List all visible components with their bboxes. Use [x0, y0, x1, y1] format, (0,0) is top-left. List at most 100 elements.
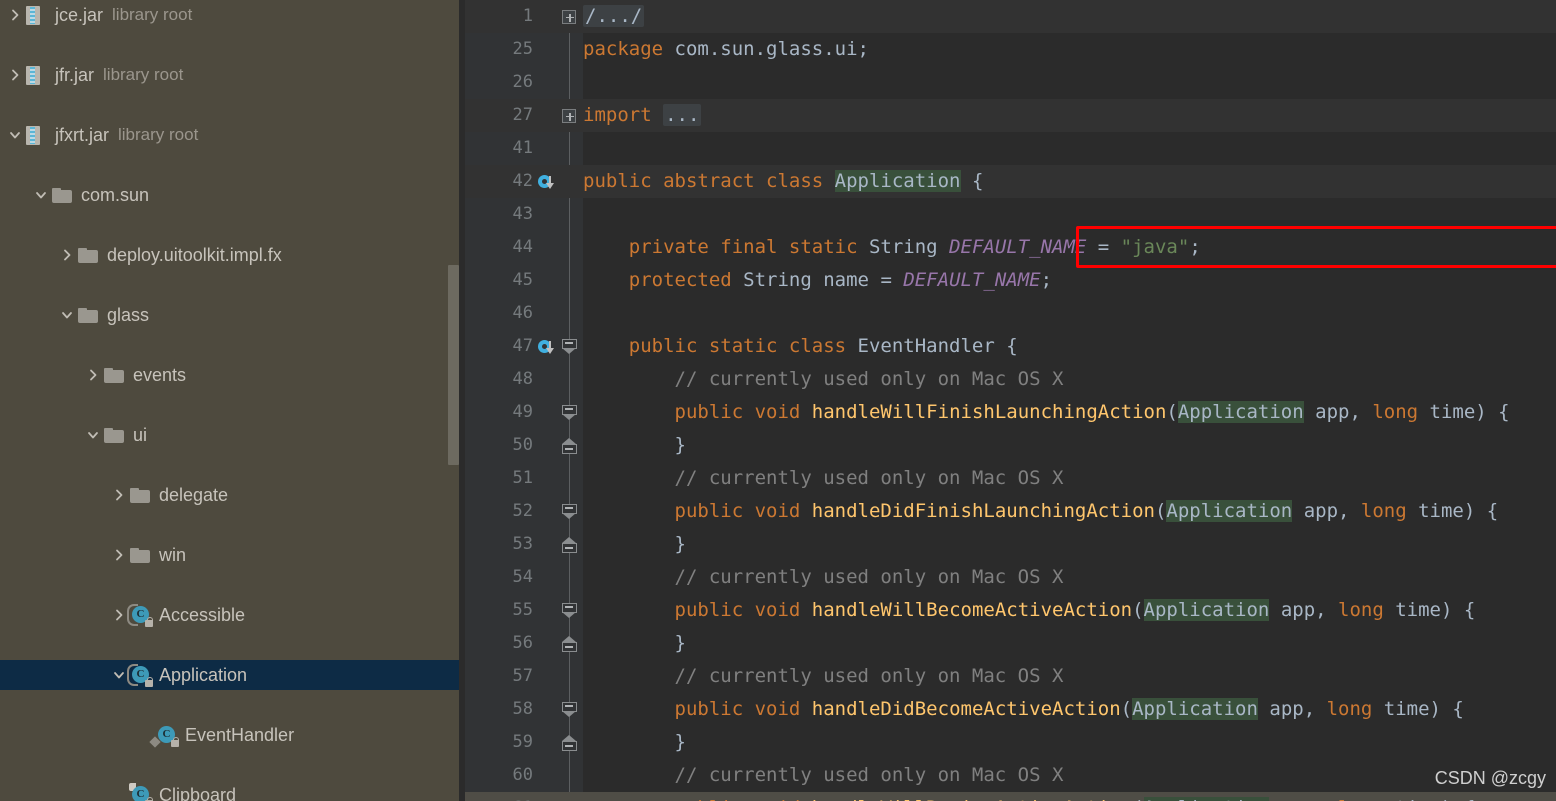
tree-item-jfr-jar[interactable]: jfr.jar library root — [0, 60, 465, 90]
code-text[interactable]: public void handleDidBecomeActiveAction(… — [583, 693, 1464, 726]
collapse-fold-icon[interactable] — [561, 602, 577, 619]
code-token: // currently used only on Mac OS X — [583, 467, 1064, 489]
line-number: 52 — [512, 501, 533, 521]
tree-item-label: com.sun — [81, 184, 150, 205]
fold-region-end-icon[interactable] — [561, 734, 577, 751]
gutter-marker[interactable] — [535, 165, 555, 198]
collapse-fold-icon[interactable] — [561, 404, 577, 421]
code-text[interactable]: public void handleWillResignActiveAction… — [583, 792, 1475, 801]
override-marker-icon[interactable] — [537, 174, 554, 189]
override-marker-icon[interactable] — [537, 339, 554, 354]
fold-region-end-icon[interactable] — [561, 536, 577, 553]
tree-item-jce-jar[interactable]: jce.jar library root — [0, 0, 465, 30]
code-token: package — [583, 38, 675, 60]
tree-item-ui[interactable]: ui — [0, 420, 465, 450]
chevron-right-icon[interactable] — [108, 480, 130, 510]
code-text[interactable]: /.../ — [583, 0, 645, 33]
tree-item-win[interactable]: win — [0, 540, 465, 570]
fold-region-end-icon[interactable] — [561, 635, 577, 652]
tree-item-com-sun[interactable]: com.sun — [0, 180, 465, 210]
fold-marker[interactable] — [555, 693, 583, 726]
project-tree[interactable]: jce.jar library root jfr.jar library root jf… — [0, 0, 465, 801]
chevron-right-icon[interactable] — [4, 60, 26, 90]
fold-marker[interactable] — [555, 627, 583, 660]
editor-line[interactable] — [465, 132, 1556, 165]
chevron-right-icon[interactable] — [56, 240, 78, 270]
gutter-marker[interactable] — [535, 330, 555, 363]
tree-item-label: jce.jar — [55, 4, 104, 25]
project-tree-panel[interactable]: jce.jar library root jfr.jar library root jf… — [0, 0, 465, 801]
chevron-down-icon[interactable] — [82, 420, 104, 450]
fold-marker[interactable] — [555, 594, 583, 627]
tree-item-sublabel: library root — [118, 125, 199, 144]
fold-region-end-icon[interactable] — [561, 437, 577, 454]
editor-line[interactable] — [465, 66, 1556, 99]
tree-item-delegate[interactable]: delegate — [0, 480, 465, 510]
editor-line[interactable] — [465, 198, 1556, 231]
code-text[interactable]: } — [583, 429, 686, 462]
tree-item-label: events — [133, 364, 187, 385]
collapse-fold-icon[interactable] — [561, 338, 577, 355]
code-text[interactable]: private final static String DEFAULT_NAME… — [583, 231, 1201, 264]
code-text[interactable]: // currently used only on Mac OS X — [583, 363, 1064, 396]
chevron-right-icon[interactable] — [108, 540, 130, 570]
fold-marker[interactable] — [555, 0, 583, 33]
code-editor[interactable]: 1 /.../ 25 package com.sun.glass.ui; 26 27 imp… — [465, 0, 1556, 801]
code-text[interactable]: // currently used only on Mac OS X — [583, 462, 1064, 495]
code-text[interactable]: package com.sun.glass.ui; — [583, 33, 869, 66]
code-text[interactable]: public static class EventHandler { — [583, 330, 1018, 363]
chevron-down-icon[interactable] — [30, 180, 52, 210]
chevron-down-icon[interactable] — [4, 120, 26, 150]
editor-line[interactable] — [465, 297, 1556, 330]
tree-item-clipboard[interactable]: C Clipboard — [0, 780, 465, 801]
fold-marker[interactable] — [555, 330, 583, 363]
folder-icon — [78, 307, 98, 323]
tree-item-deploy-uitoolkit-impl-fx[interactable]: deploy.uitoolkit.impl.fx — [0, 240, 465, 270]
chevron-down-icon[interactable] — [56, 300, 78, 330]
code-token: long — [1338, 599, 1384, 621]
code-text[interactable]: import ... — [583, 99, 702, 132]
fold-marker[interactable] — [555, 726, 583, 759]
code-text[interactable]: protected String name = DEFAULT_NAME; — [583, 264, 1052, 297]
tree-item-application[interactable]: C Application — [0, 660, 465, 690]
line-number: 58 — [512, 699, 533, 719]
tree-item-events[interactable]: events — [0, 360, 465, 390]
tree-item-accessible[interactable]: C Accessible — [0, 600, 465, 630]
fold-marker[interactable] — [555, 792, 583, 801]
code-text[interactable]: } — [583, 528, 686, 561]
code-token: { — [960, 170, 984, 192]
fold-marker[interactable] — [555, 396, 583, 429]
code-token: import — [583, 104, 664, 126]
line-number: 43 — [512, 204, 533, 224]
chevron-right-icon[interactable] — [4, 0, 26, 30]
code-text[interactable]: } — [583, 627, 686, 660]
tree-item-jfxrt-jar[interactable]: jfxrt.jar library root — [0, 120, 465, 150]
code-text[interactable]: // currently used only on Mac OS X — [583, 759, 1064, 792]
fold-marker[interactable] — [555, 429, 583, 462]
code-token: EventHandler — [857, 335, 995, 357]
collapse-fold-icon[interactable] — [561, 503, 577, 520]
folder-icon — [130, 487, 150, 503]
code-text[interactable]: public void handleWillFinishLaunchingAct… — [583, 396, 1510, 429]
code-text[interactable]: public abstract class Application { — [583, 165, 983, 198]
tree-item-icon — [130, 480, 156, 510]
code-text[interactable]: public void handleDidFinishLaunchingActi… — [583, 495, 1498, 528]
expand-fold-icon[interactable] — [562, 9, 576, 24]
watermark-label: CSDN @zcgy — [1434, 768, 1546, 788]
fold-marker[interactable] — [555, 99, 583, 132]
fold-marker[interactable] — [555, 495, 583, 528]
code-text[interactable]: public void handleWillBecomeActiveAction… — [583, 594, 1475, 627]
tree-item-glass[interactable]: glass — [0, 300, 465, 330]
code-text[interactable]: // currently used only on Mac OS X — [583, 561, 1064, 594]
code-text[interactable]: // currently used only on Mac OS X — [583, 660, 1064, 693]
fold-marker[interactable] — [555, 528, 583, 561]
sidebar-scrollbar-thumb[interactable] — [448, 265, 459, 465]
chevron-right-icon[interactable] — [82, 360, 104, 390]
tree-item-eventhandler[interactable]: C EventHandler — [0, 720, 465, 750]
code-token: app, — [1303, 401, 1373, 423]
tree-item-icon — [26, 0, 52, 30]
expand-fold-icon[interactable] — [562, 108, 576, 123]
code-text[interactable]: } — [583, 726, 686, 759]
collapse-fold-icon[interactable] — [561, 701, 577, 718]
